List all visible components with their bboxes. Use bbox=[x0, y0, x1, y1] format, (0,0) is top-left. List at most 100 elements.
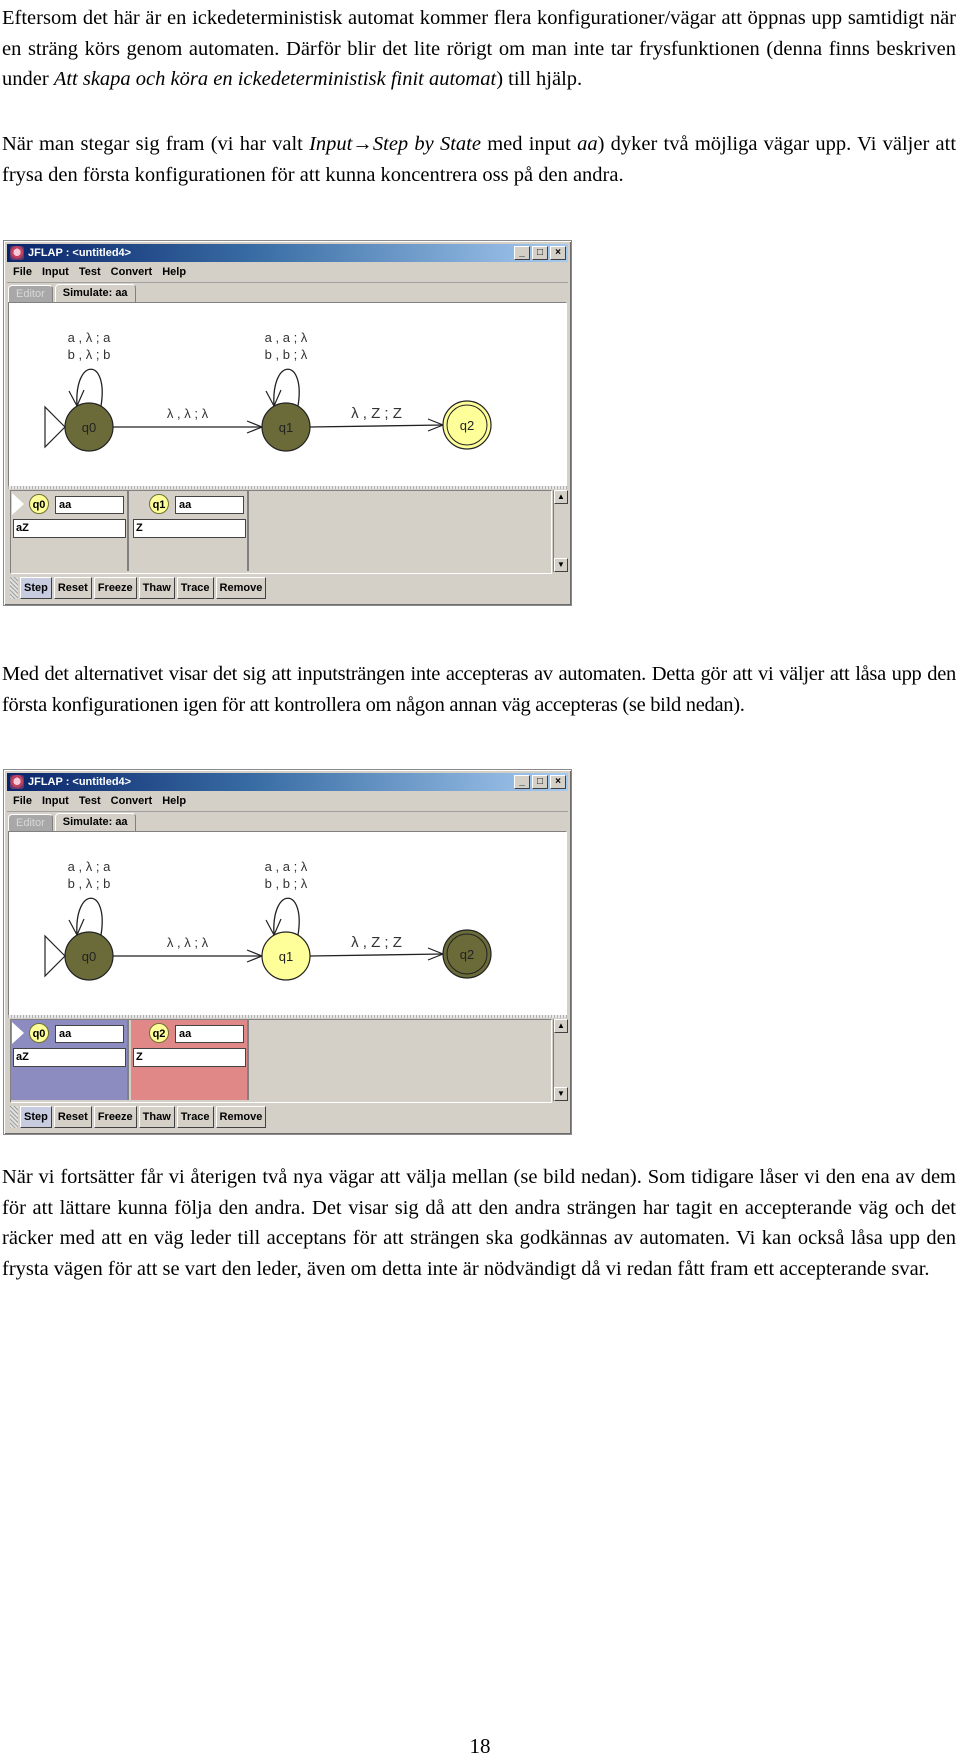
toolbar-grip[interactable] bbox=[10, 577, 18, 599]
simulator-toolbar: Step Reset Freeze Thaw Trace Remove bbox=[8, 575, 567, 601]
remove-button[interactable]: Remove bbox=[215, 1106, 267, 1128]
window-title: JFLAP : <untitled4> bbox=[28, 776, 132, 788]
split-divider[interactable] bbox=[8, 486, 567, 489]
title-bar[interactable]: JFLAP : <untitled4> _ □ × bbox=[7, 244, 568, 262]
menu-bar: File Input Test Convert Help bbox=[7, 792, 568, 812]
config-scrollbar[interactable]: ▲ ▼ bbox=[553, 1019, 568, 1101]
config-stack: aZ bbox=[13, 1048, 126, 1067]
menu-input[interactable]: Input bbox=[42, 266, 69, 278]
paragraph-result: Med det alternativet visar det sig att i… bbox=[2, 663, 956, 716]
menu-help[interactable]: Help bbox=[162, 266, 186, 278]
menu-input[interactable]: Input bbox=[42, 795, 69, 807]
transition-label: b , λ ; b bbox=[68, 876, 111, 891]
configuration-normal[interactable]: q0 aa aZ bbox=[11, 491, 129, 571]
config-state: q0 bbox=[29, 494, 49, 514]
automaton-canvas[interactable]: a , λ ; a b , λ ; b a , a ; λ b , b ; λ λ , … bbox=[8, 831, 567, 1016]
transition-label: b , λ ; b bbox=[68, 347, 111, 362]
self-loop-arrow bbox=[76, 897, 103, 936]
state-label: q2 bbox=[460, 418, 474, 433]
self-loop-arrow bbox=[273, 897, 300, 936]
initial-state-icon bbox=[44, 405, 66, 449]
close-button[interactable]: × bbox=[550, 775, 566, 789]
transition-label: a , λ ; a bbox=[68, 330, 111, 345]
toolbar-grip[interactable] bbox=[10, 1106, 18, 1128]
split-divider[interactable] bbox=[8, 1015, 567, 1018]
title-bar[interactable]: JFLAP : <untitled4> _ □ × bbox=[7, 773, 568, 791]
self-loop-arrow bbox=[273, 368, 300, 407]
transition-label: b , b ; λ bbox=[265, 347, 308, 362]
minimize-button[interactable]: _ bbox=[514, 246, 530, 260]
thaw-button[interactable]: Thaw bbox=[138, 577, 175, 599]
menu-test[interactable]: Test bbox=[79, 795, 101, 807]
state-label: q0 bbox=[82, 949, 96, 964]
initial-marker-icon bbox=[11, 492, 24, 516]
automaton-canvas[interactable]: a , λ ; a b , λ ; b a , a ; λ b , b ; λ λ , … bbox=[8, 302, 567, 487]
config-state: q1 bbox=[149, 494, 169, 514]
simulator-toolbar: Step Reset Freeze Thaw Trace Remove bbox=[8, 1104, 567, 1130]
tab-bar: Editor Simulate: aa bbox=[8, 813, 136, 833]
menu-file[interactable]: File bbox=[13, 266, 32, 278]
italic-reference: Att skapa och köra en ickedeterministisk… bbox=[53, 68, 497, 90]
jflap-app-icon bbox=[10, 246, 24, 260]
maximize-button[interactable]: □ bbox=[532, 775, 548, 789]
menu-reference: Step by State bbox=[372, 133, 481, 155]
initial-state-icon bbox=[44, 934, 66, 978]
self-loop-arrow bbox=[76, 368, 103, 407]
transition-label: λ , Z ; Z bbox=[351, 934, 402, 951]
freeze-button[interactable]: Freeze bbox=[93, 577, 137, 599]
step-button[interactable]: Step bbox=[20, 1106, 52, 1128]
thaw-button[interactable]: Thaw bbox=[138, 1106, 175, 1128]
transition-label: a , λ ; a bbox=[68, 859, 111, 874]
configuration-frozen[interactable]: q0 aa aZ bbox=[11, 1020, 129, 1100]
reset-button[interactable]: Reset bbox=[53, 577, 92, 599]
menu-bar: File Input Test Convert Help bbox=[7, 263, 568, 283]
config-stack: aZ bbox=[13, 519, 126, 538]
configuration-rejected[interactable]: q2 aa Z bbox=[131, 1020, 249, 1100]
window-title: JFLAP : <untitled4> bbox=[28, 247, 132, 259]
text: När man stegar sig fram (vi har valt bbox=[2, 133, 310, 155]
scroll-down-icon[interactable]: ▼ bbox=[554, 1087, 568, 1101]
input-reference: aa bbox=[577, 133, 598, 155]
config-state: q0 bbox=[29, 1023, 49, 1043]
minimize-button[interactable]: _ bbox=[514, 775, 530, 789]
configuration-panel: q0 aa aZ q1 aa Z bbox=[10, 490, 552, 574]
menu-convert[interactable]: Convert bbox=[111, 266, 153, 278]
step-button[interactable]: Step bbox=[20, 577, 52, 599]
transition-label: b , b ; λ bbox=[265, 876, 308, 891]
config-stack: Z bbox=[133, 519, 246, 538]
close-button[interactable]: × bbox=[550, 246, 566, 260]
trace-button[interactable]: Trace bbox=[176, 1106, 214, 1128]
text: med input bbox=[480, 133, 578, 155]
tab-simulate[interactable]: Simulate: aa bbox=[54, 284, 136, 303]
config-scrollbar[interactable]: ▲ ▼ bbox=[553, 490, 568, 572]
scroll-up-icon[interactable]: ▲ bbox=[554, 1019, 568, 1033]
tab-simulate[interactable]: Simulate: aa bbox=[54, 813, 136, 832]
scroll-up-icon[interactable]: ▲ bbox=[554, 490, 568, 504]
maximize-button[interactable]: □ bbox=[532, 246, 548, 260]
paragraph-step: När man stegar sig fram (vi har valt Inp… bbox=[2, 129, 956, 190]
initial-marker-icon bbox=[11, 1021, 24, 1045]
menu-convert[interactable]: Convert bbox=[111, 795, 153, 807]
menu-test[interactable]: Test bbox=[79, 266, 101, 278]
reset-button[interactable]: Reset bbox=[53, 1106, 92, 1128]
config-input: aa bbox=[55, 496, 124, 514]
state-label: q2 bbox=[460, 947, 474, 962]
paragraph-intro: Eftersom det här är en ickedeterministis… bbox=[2, 3, 956, 95]
scroll-down-icon[interactable]: ▼ bbox=[554, 558, 568, 572]
config-stack: Z bbox=[133, 1048, 246, 1067]
paragraph-continue: När vi fortsätter får vi återigen två ny… bbox=[2, 1166, 956, 1280]
menu-help[interactable]: Help bbox=[162, 795, 186, 807]
transition-arrow bbox=[309, 953, 444, 957]
config-state: q2 bbox=[149, 1023, 169, 1043]
config-input: aa bbox=[175, 496, 244, 514]
tab-bar: Editor Simulate: aa bbox=[8, 284, 136, 304]
trace-button[interactable]: Trace bbox=[176, 577, 214, 599]
menu-file[interactable]: File bbox=[13, 795, 32, 807]
transition-label: λ , Z ; Z bbox=[351, 405, 402, 422]
remove-button[interactable]: Remove bbox=[215, 577, 267, 599]
text: ) till hjälp. bbox=[496, 68, 583, 90]
freeze-button[interactable]: Freeze bbox=[93, 1106, 137, 1128]
config-input: aa bbox=[55, 1025, 124, 1043]
page-number: 18 bbox=[469, 1734, 491, 1758]
configuration-normal[interactable]: q1 aa Z bbox=[131, 491, 249, 571]
